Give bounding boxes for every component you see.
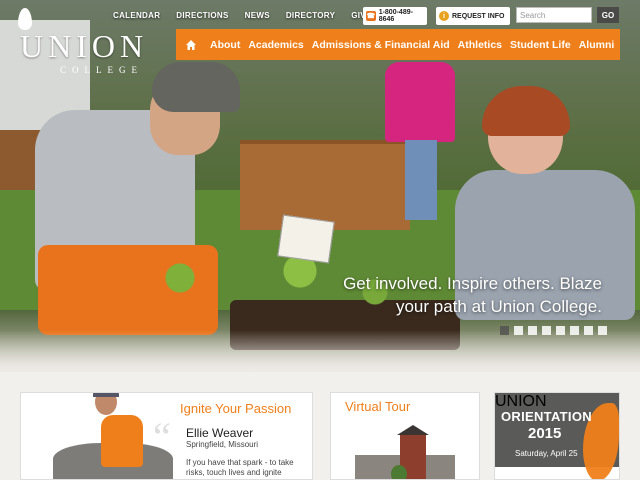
util-directory[interactable]: DIRECTORY [286,11,335,20]
tree-icon [391,465,407,479]
hero-hair [482,86,570,136]
orientation-card[interactable]: ORIENTATION 2015 Saturday, April 25 UNIO… [494,392,620,480]
hero-planter [240,140,410,230]
ignite-passion-title: Ignite Your Passion [180,401,292,416]
slide-dot[interactable] [598,326,607,335]
campus-building-illustration [345,425,469,479]
student-hometown: Springfield, Missouri [186,440,259,449]
building-roof [397,425,429,435]
hero-tagline: Get involved. Inspire others. Blaze your… [343,274,602,316]
hero-fade [0,330,640,372]
nav-admissions[interactable]: Admissions & Financial Aid [308,39,454,51]
search-go-button[interactable]: GO [597,7,619,23]
student-name: Ellie Weaver [186,426,254,440]
slide-dots [500,326,607,335]
orientation-brand: UNION [495,393,547,410]
student-quote: If you have that spark - to take risks, … [186,458,294,479]
nav-student-life[interactable]: Student Life [506,39,575,51]
phone-icon: ☎ [366,11,376,21]
util-news[interactable]: NEWS [245,11,270,20]
virtual-tour-title: Virtual Tour [345,399,411,414]
util-calendar[interactable]: CALENDAR [113,11,160,20]
hero-plant-sign [277,214,335,264]
phone-button[interactable]: ☎ 1-800-489-8646 [363,7,427,25]
virtual-tour-card[interactable]: Virtual Tour [330,392,480,480]
request-info-button[interactable]: i REQUEST INFO [436,7,510,25]
slide-dot[interactable] [556,326,565,335]
student-photo: “ [21,393,173,479]
ignite-passion-card[interactable]: “ Ignite Your Passion Ellie Weaver Sprin… [20,392,313,480]
util-directions[interactable]: DIRECTIONS [176,11,228,20]
flame-icon [18,8,32,30]
search-input[interactable] [516,7,592,23]
quote-mark-icon: “ [153,414,171,459]
hero-person-jeans [405,140,437,220]
student-photo-hat [93,393,119,397]
main-nav: About Academics Admissions & Financial A… [176,29,620,60]
nav-about[interactable]: About [206,39,244,51]
slide-dot[interactable] [584,326,593,335]
info-icon: i [439,11,449,21]
slide-dot[interactable] [528,326,537,335]
slide-dot[interactable] [542,326,551,335]
nav-athletics[interactable]: Athletics [454,39,506,51]
utility-nav: CALENDAR DIRECTIONS NEWS DIRECTORY GIVE … [113,11,395,20]
nav-alumni[interactable]: Alumni [575,39,619,51]
logo-subtitle: COLLEGE [60,65,143,75]
logo-wordmark: UNION [20,28,149,64]
slide-dot[interactable] [570,326,579,335]
home-icon[interactable] [184,38,198,52]
nav-academics[interactable]: Academics [244,39,307,51]
slide-dot[interactable] [514,326,523,335]
hero-person-pink [385,62,455,142]
phone-number: 1-800-489-8646 [378,9,413,23]
slide-dot[interactable] [500,326,509,335]
student-photo-body [101,415,143,467]
request-info-label: REQUEST INFO [452,12,505,20]
